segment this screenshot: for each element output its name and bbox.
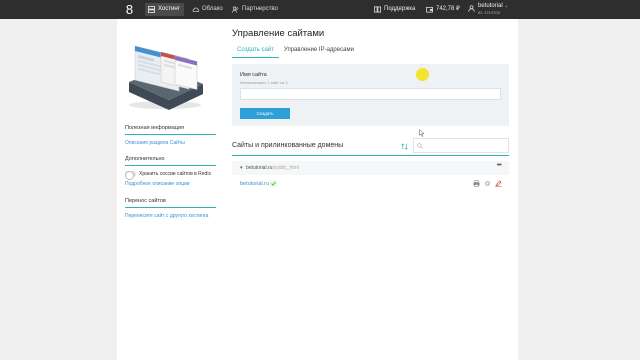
book-icon — [374, 6, 381, 13]
main-tabs: Создать сайт Управление IP-адресами — [232, 44, 359, 58]
page-title: Управление сайтами — [232, 28, 325, 39]
people-icon — [232, 6, 239, 13]
nav-tab-hosting[interactable]: Хостинг — [145, 3, 184, 16]
top-navigation-bar: 8 Хостинг Облако Партнерство Поддержка 7… — [0, 0, 640, 19]
create-site-form: Имя сайта Использовано 1 сайт из 3 Созда… — [232, 64, 509, 126]
support-link[interactable]: Поддержка — [374, 3, 415, 16]
sidebar-section-extra: Дополнительно Хранить сессии сайтов в Re… — [125, 156, 216, 187]
sidebar-info-link[interactable]: Описание раздела Сайты — [125, 140, 216, 146]
sort-icon[interactable] — [401, 143, 408, 150]
brand-logo[interactable]: 8 — [124, 2, 135, 17]
hosting-illustration — [129, 45, 203, 110]
tab-ip-management[interactable]: Управление IP-адресами — [279, 44, 359, 58]
redis-toggle[interactable] — [125, 170, 136, 180]
sidebar-transfer-link[interactable]: Перенесите сайт с другого хостинга — [125, 213, 216, 219]
more-options-button[interactable]: ••• — [497, 162, 502, 169]
settings-icon[interactable] — [484, 180, 491, 187]
sites-search-input[interactable] — [413, 138, 509, 153]
search-icon — [417, 143, 423, 149]
sidebar-info-title: Полезная информация — [125, 125, 216, 135]
print-icon[interactable] — [473, 180, 480, 187]
cursor-highlight — [416, 68, 429, 81]
chevron-down-icon[interactable]: ▾ — [240, 165, 243, 171]
nav-tab-partnership[interactable]: Партнерство — [229, 3, 282, 16]
redis-toggle-row: Хранить сессии сайтов в Redis — [125, 170, 216, 180]
user-icon — [468, 5, 475, 12]
sidebar-section-transfer: Перенос сайтов Перенесите сайт с другого… — [125, 198, 216, 219]
nav-tab-label: Хостинг — [158, 6, 180, 12]
site-name-label: Имя сайта — [240, 72, 267, 78]
edit-icon[interactable] — [495, 180, 502, 187]
tab-create-site[interactable]: Создать сайт — [232, 44, 279, 58]
site-quota-hint: Использовано 1 сайт из 3 — [240, 80, 288, 85]
nav-tab-label: Облако — [202, 6, 223, 12]
balance-widget[interactable]: 742,78 ₽ — [426, 3, 460, 16]
user-name: betutorial ⌄ — [478, 3, 509, 9]
site-group-row[interactable]: ▾ betutorial.ru/public_html ••• — [232, 161, 509, 175]
server-icon — [148, 6, 155, 13]
check-icon — [270, 180, 277, 187]
sites-section-title: Сайты и прилинкованные домены — [232, 142, 344, 149]
domain-link[interactable]: betutorial.ru — [240, 181, 269, 187]
site-group-path: /public_html — [272, 165, 300, 171]
site-group-name: betutorial.ru/public_html — [246, 165, 300, 171]
nav-tab-cloud[interactable]: Облако — [189, 3, 227, 16]
redis-details-link[interactable]: Подробное описание опции — [125, 181, 216, 187]
sidebar-section-info: Полезная информация Описание раздела Сай… — [125, 125, 216, 146]
mouse-pointer-icon — [419, 129, 425, 137]
balance-amount: 742,78 ₽ — [436, 6, 460, 12]
redis-toggle-label: Хранить сессии сайтов в Redis — [139, 171, 211, 177]
sidebar-transfer-title: Перенос сайтов — [125, 198, 216, 208]
chevron-down-icon: ⌄ — [504, 3, 509, 9]
nav-tab-label: Партнерство — [242, 6, 278, 12]
user-menu[interactable]: betutorial ⌄ ID: 1713703 — [468, 3, 509, 16]
create-site-button[interactable]: Создать — [240, 108, 290, 119]
cloud-icon — [192, 7, 199, 13]
domain-row: betutorial.ru — [232, 177, 509, 191]
site-name-input[interactable] — [240, 88, 501, 100]
sidebar-extra-title: Дополнительно — [125, 156, 216, 166]
sites-divider — [232, 155, 509, 156]
user-id: ID: 1713703 — [478, 10, 500, 15]
support-label: Поддержка — [384, 6, 416, 12]
wallet-icon — [426, 6, 433, 13]
